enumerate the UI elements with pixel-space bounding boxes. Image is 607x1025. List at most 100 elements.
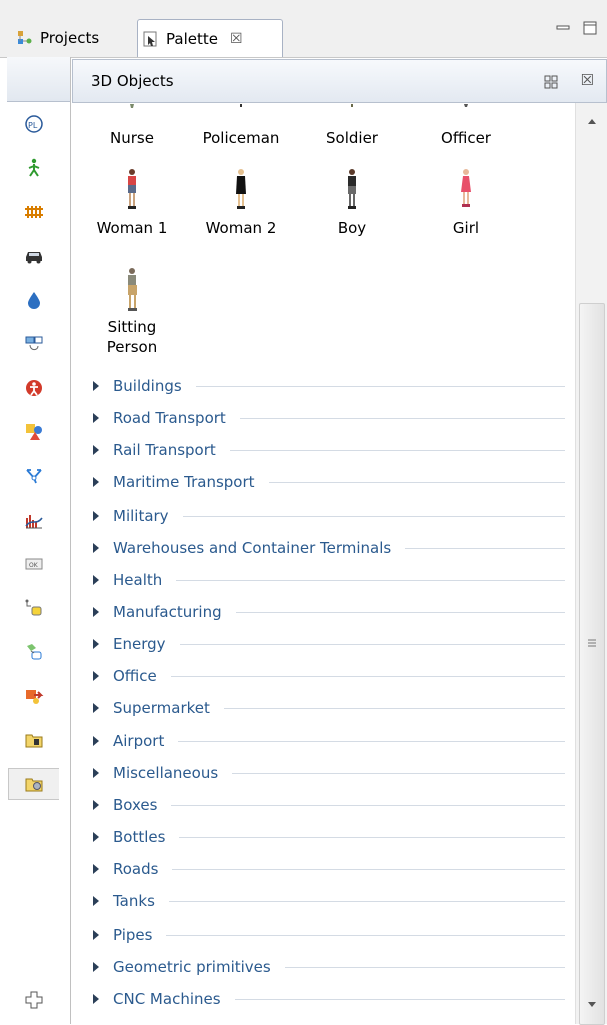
space-markup-icon[interactable] [8, 460, 59, 492]
palette-section-header[interactable]: 3D Objects ☒ [72, 59, 607, 103]
object-sitting-person[interactable]: Sitting Person [84, 267, 180, 357]
expand-arrow-icon [93, 639, 99, 649]
expand-arrow-icon [93, 511, 99, 521]
tab-projects[interactable]: Projects [8, 20, 136, 56]
close-palette-tab-icon[interactable]: ☒ [230, 31, 243, 47]
grid-view-icon[interactable] [544, 75, 558, 89]
category-airport[interactable]: Airport [93, 730, 565, 752]
officer-figure-icon [464, 104, 468, 107]
category-supermarket[interactable]: Supermarket [93, 697, 565, 719]
scroll-up-arrow-icon[interactable] [587, 117, 597, 125]
category-military[interactable]: Military [93, 505, 565, 527]
category-maritime-transport[interactable]: Maritime Transport [93, 471, 565, 493]
divider [166, 934, 565, 936]
divider [234, 998, 565, 1000]
category-label: Office [113, 667, 157, 685]
object-girl[interactable]: Girl [418, 168, 514, 238]
boy-figure-icon [348, 169, 356, 209]
category-road-transport[interactable]: Road Transport [93, 407, 565, 429]
tab-projects-label: Projects [40, 29, 100, 47]
category-label: Pipes [113, 926, 153, 944]
divider [235, 611, 565, 613]
soldier-figure-icon [351, 104, 353, 107]
agent-icon[interactable] [8, 328, 59, 360]
category-miscellaneous[interactable]: Miscellaneous [93, 762, 565, 784]
statechart-icon[interactable] [8, 636, 59, 668]
3d-objects-icon[interactable] [8, 768, 59, 800]
minimize-icon[interactable] [555, 20, 571, 36]
scrollbar-thumb[interactable] [579, 303, 605, 1025]
maximize-icon[interactable] [582, 20, 598, 36]
object-woman-2[interactable]: Woman 2 [193, 168, 289, 238]
category-label: Maritime Transport [113, 473, 255, 491]
divider [239, 417, 565, 419]
vertical-scrollbar[interactable] [575, 103, 607, 1025]
category-roads[interactable]: Roads [93, 858, 565, 880]
actions-icon[interactable] [8, 680, 59, 712]
presentation-icon[interactable] [8, 416, 59, 448]
category-warehouses[interactable]: Warehouses and Container Terminals [93, 537, 565, 559]
object-label: Nurse [110, 129, 154, 147]
category-buildings[interactable]: Buildings [93, 375, 565, 397]
object-label: Sitting Person [106, 318, 158, 356]
tab-palette[interactable]: Palette ☒ [137, 19, 283, 57]
object-nurse[interactable]: Nurse [84, 104, 180, 148]
connectivity-icon[interactable] [8, 592, 59, 624]
system-dynamics-icon[interactable] [8, 372, 59, 404]
close-section-icon[interactable]: ☒ [581, 71, 594, 89]
rail-icon[interactable] [8, 196, 59, 228]
object-label: Officer [441, 129, 491, 147]
divider [195, 385, 565, 387]
add-palette-icon[interactable] [8, 984, 59, 1016]
expand-arrow-icon [93, 800, 99, 810]
category-label: Rail Transport [113, 441, 216, 459]
analysis-icon[interactable] [8, 504, 59, 536]
road-traffic-icon[interactable] [8, 240, 59, 272]
controls-icon[interactable]: OK [8, 548, 59, 580]
category-label: Miscellaneous [113, 764, 219, 782]
scroll-down-arrow-icon[interactable] [587, 1001, 597, 1009]
object-soldier[interactable]: Soldier [304, 104, 400, 148]
category-energy[interactable]: Energy [93, 633, 565, 655]
woman-1-figure-icon [128, 169, 136, 209]
category-tanks[interactable]: Tanks [93, 890, 565, 912]
expand-arrow-icon [93, 381, 99, 391]
category-geometric-primitives[interactable]: Geometric primitives [93, 956, 565, 978]
category-cnc-machines[interactable]: CNC Machines [93, 988, 565, 1010]
projects-icon [18, 31, 32, 44]
category-label: Road Transport [113, 409, 226, 427]
object-boy[interactable]: Boy [304, 168, 400, 238]
object-policeman[interactable]: Policeman [193, 104, 289, 148]
category-manufacturing[interactable]: Manufacturing [93, 601, 565, 623]
object-officer[interactable]: Officer [418, 104, 514, 148]
svg-text:PL: PL [28, 121, 38, 130]
grip-icon [588, 639, 596, 647]
category-bottles[interactable]: Bottles [93, 826, 565, 848]
divider [182, 515, 565, 517]
object-woman-1[interactable]: Woman 1 [84, 168, 180, 238]
expand-arrow-icon [93, 930, 99, 940]
category-health[interactable]: Health [93, 569, 565, 591]
fluid-icon[interactable] [8, 284, 59, 316]
divider [178, 740, 565, 742]
expand-arrow-icon [93, 575, 99, 585]
object-label: Policeman [202, 129, 280, 147]
category-label: Boxes [113, 796, 158, 814]
category-label: Bottles [113, 828, 166, 846]
pedestrian-icon[interactable] [8, 152, 59, 184]
expand-arrow-icon [93, 671, 99, 681]
category-rail-transport[interactable]: Rail Transport [93, 439, 565, 461]
section-title: 3D Objects [91, 72, 174, 90]
pictures-icon[interactable] [8, 724, 59, 756]
sitting-person-figure-icon [128, 268, 137, 311]
expand-arrow-icon [93, 703, 99, 713]
expand-arrow-icon [93, 994, 99, 1004]
category-pipes[interactable]: Pipes [93, 924, 565, 946]
expand-arrow-icon [93, 477, 99, 487]
view-tab-bar: Projects Palette ☒ [0, 0, 607, 58]
process-modeling-icon[interactable]: PL [8, 108, 59, 140]
category-boxes[interactable]: Boxes [93, 794, 565, 816]
category-label: Supermarket [113, 699, 210, 717]
category-label: Buildings [113, 377, 182, 395]
category-office[interactable]: Office [93, 665, 565, 687]
